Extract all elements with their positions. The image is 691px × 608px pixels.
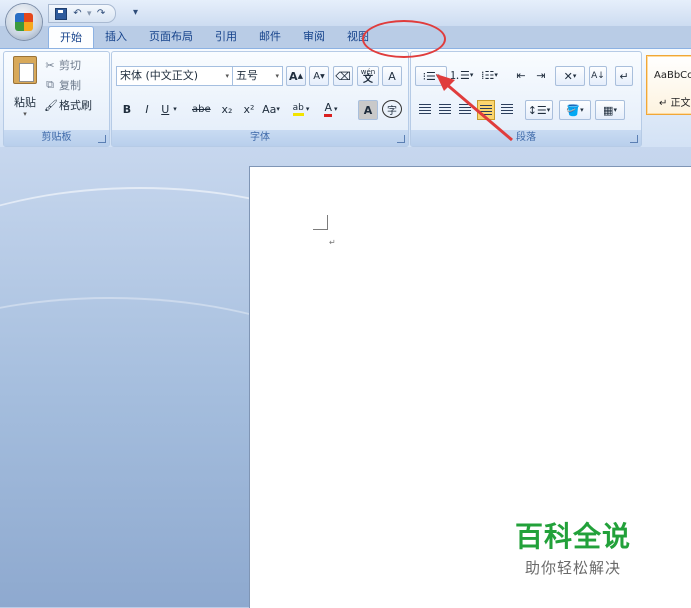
office-button[interactable]	[6, 4, 42, 40]
annotation-arrow-icon	[436, 74, 513, 142]
office-logo-icon	[15, 13, 33, 31]
